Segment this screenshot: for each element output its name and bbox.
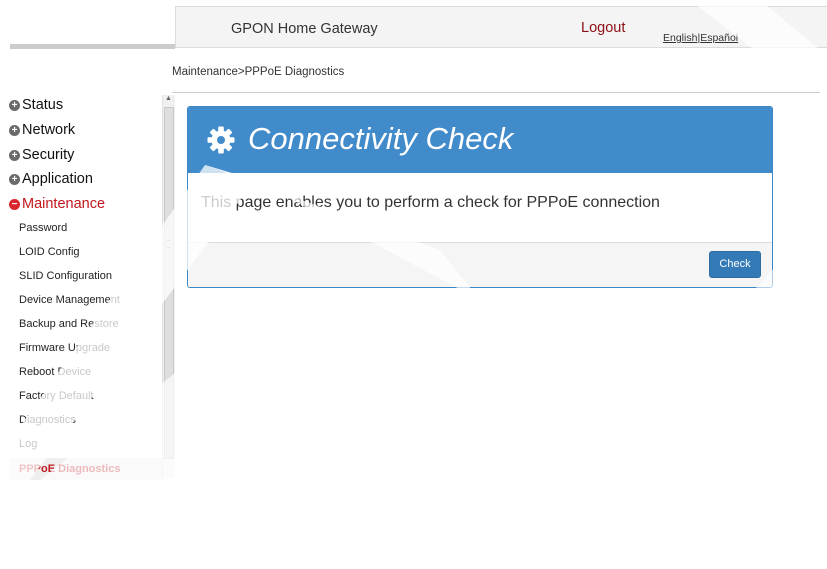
sidebar-top-rule bbox=[10, 44, 175, 49]
sidebar-item-device-management[interactable]: Device Management bbox=[19, 294, 120, 306]
breadcrumb-divider bbox=[172, 92, 820, 93]
sidebar-group-security[interactable]: + Security bbox=[9, 147, 74, 163]
panel-title: Connectivity Check bbox=[248, 121, 514, 156]
language-switcher: English|Español bbox=[663, 32, 738, 44]
panel-footer: Check bbox=[188, 242, 772, 287]
sidebar-item-firmware-upgrade[interactable]: Firmware Upgrade bbox=[19, 342, 110, 354]
sidebar-item-loid-config[interactable]: LOID Config bbox=[19, 246, 80, 258]
sidebar-group-label: Maintenance bbox=[22, 196, 106, 212]
sidebar-item-password[interactable]: Password bbox=[19, 222, 67, 234]
plus-circle-icon: + bbox=[9, 100, 20, 111]
sidebar-item-diagnostics[interactable]: Diagnostics bbox=[19, 414, 76, 426]
sidebar-group-maintenance[interactable]: − Maintenance bbox=[9, 196, 105, 212]
plus-circle-icon: + bbox=[9, 174, 20, 185]
gear-icon bbox=[207, 126, 235, 154]
check-button[interactable]: Check bbox=[709, 251, 761, 278]
sidebar-group-label: Security bbox=[22, 147, 75, 163]
sidebar-item-factory-default[interactable]: Factory Default bbox=[19, 390, 94, 402]
sidebar-item-backup-restore[interactable]: Backup and Restore bbox=[19, 318, 119, 330]
sidebar-item-pppoe-diagnostics[interactable]: PPPoE Diagnostics bbox=[19, 463, 120, 475]
plus-circle-icon: + bbox=[9, 150, 20, 161]
sidebar-group-application[interactable]: + Application bbox=[9, 171, 93, 187]
top-header-bar: GPON Home Gateway Logout English|Español bbox=[175, 6, 827, 48]
logout-link[interactable]: Logout bbox=[581, 20, 625, 36]
sidebar-group-label: Application bbox=[22, 171, 93, 187]
sidebar-item-reboot-device[interactable]: Reboot Device bbox=[19, 366, 91, 378]
sidebar-scrollbar[interactable]: ▲ bbox=[162, 95, 175, 478]
grip-icon bbox=[167, 240, 171, 248]
sidebar-group-status[interactable]: + Status bbox=[9, 97, 63, 113]
sidebar-group-network[interactable]: + Network bbox=[9, 122, 75, 138]
sidebar-item-slid-configuration[interactable]: SLID Configuration bbox=[19, 270, 112, 282]
sidebar-group-label: Network bbox=[22, 122, 76, 138]
sidebar-group-label: Status bbox=[22, 97, 64, 113]
plus-circle-icon: + bbox=[9, 125, 20, 136]
lang-espanol-link[interactable]: Español bbox=[700, 32, 738, 44]
panel-header: Connectivity Check bbox=[188, 107, 772, 173]
minus-circle-icon: − bbox=[9, 199, 20, 210]
sidebar-item-log[interactable]: Log bbox=[19, 438, 37, 450]
brand-title: GPON Home Gateway bbox=[231, 21, 378, 37]
scrollbar-thumb[interactable] bbox=[164, 107, 174, 459]
lang-english-link[interactable]: English bbox=[663, 32, 697, 44]
scroll-up-icon[interactable]: ▲ bbox=[165, 95, 172, 102]
connectivity-check-panel: Connectivity Check This page enables you… bbox=[187, 106, 773, 288]
panel-description: This page enables you to perform a check… bbox=[201, 194, 660, 211]
breadcrumb: Maintenance>PPPoE Diagnostics bbox=[172, 66, 345, 78]
